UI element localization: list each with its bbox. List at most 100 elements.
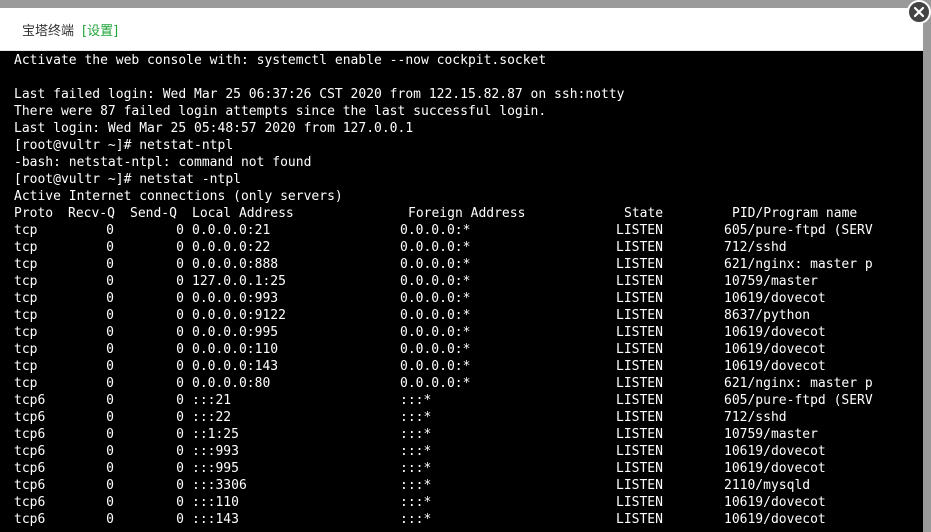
window-title: 宝塔终端	[22, 23, 75, 39]
cell-proto: tcp6	[14, 495, 46, 510]
cell-local-address: 0.0.0.0:995	[192, 325, 279, 340]
cell-pid-program: 2110/mysqld	[724, 478, 811, 493]
cell-proto: tcp6	[14, 444, 46, 459]
cell-foreign-address: 0.0.0.0:*	[400, 359, 471, 374]
cell-local-address: :::143	[192, 512, 239, 527]
cell-sendq: 0	[176, 291, 184, 306]
cell-state: LISTEN	[616, 325, 663, 340]
cell-proto: tcp	[14, 359, 38, 374]
cell-state: LISTEN	[616, 444, 663, 459]
cell-local-address: 0.0.0.0:143	[192, 359, 279, 374]
cell-recvq: 0	[106, 257, 114, 272]
terminal-output[interactable]: Activate the web console with: systemctl…	[0, 51, 923, 532]
cell-pid-program: 10619/dovecot	[724, 444, 826, 459]
cell-sendq: 0	[176, 342, 184, 357]
cell-state: LISTEN	[616, 393, 663, 408]
cell-pid-program: 621/nginx: master p	[724, 376, 873, 391]
cell-proto: tcp	[14, 308, 38, 323]
cell-local-address: :::3306	[192, 478, 247, 493]
cell-foreign-address: :::*	[400, 512, 432, 527]
cell-local-address: 0.0.0.0:22	[192, 240, 271, 255]
cell-recvq: 0	[106, 410, 114, 425]
cell-recvq: 0	[106, 359, 114, 374]
settings-link[interactable]: [设置]	[82, 20, 118, 39]
cell-pid-program: 10619/dovecot	[724, 359, 826, 374]
cell-state: LISTEN	[616, 223, 663, 238]
table-row: tcp6 0 0:::995:::* LISTEN 10619/dovecot	[14, 460, 923, 477]
cell-pid-program: 10619/dovecot	[724, 512, 826, 527]
table-row: tcp 0 0 127.0.0.1:25 0.0.0.0:* LISTEN 10759/ma…	[14, 273, 923, 290]
cell-pid-program: 712/sshd	[724, 410, 787, 425]
cell-foreign-address: :::*	[400, 495, 432, 510]
table-row: tcp 0 0 0.0.0.0:993 0.0.0.0:* LISTEN 10619/dov…	[14, 290, 923, 307]
cell-foreign-address: 0.0.0.0:*	[400, 274, 471, 289]
table-row: tcp6 0 0:::22:::* LISTEN 712/sshd	[14, 409, 923, 426]
cell-sendq: 0	[176, 359, 184, 374]
cell-foreign-address: :::*	[400, 444, 432, 459]
cell-local-address: :::110	[192, 495, 239, 510]
header-sendq: Send-Q	[130, 206, 177, 221]
cell-pid-program: 605/pure-ftpd (SERV	[724, 393, 873, 408]
cell-sendq: 0	[176, 427, 184, 442]
cell-local-address: 0.0.0.0:110	[192, 342, 279, 357]
cell-pid-program: 8637/python	[724, 308, 811, 323]
cell-state: LISTEN	[616, 240, 663, 255]
cell-recvq: 0	[106, 393, 114, 408]
cell-pid-program: 10619/dovecot	[724, 461, 826, 476]
cell-sendq: 0	[176, 274, 184, 289]
terminal-line: Active Internet connections (only server…	[14, 189, 343, 204]
cell-recvq: 0	[106, 240, 114, 255]
cell-state: LISTEN	[616, 512, 663, 527]
cell-pid-program: 10619/dovecot	[724, 291, 826, 306]
cell-local-address: 127.0.0.1:25	[192, 274, 286, 289]
cell-pid-program: 621/nginx: master p	[724, 257, 873, 272]
cell-proto: tcp	[14, 291, 38, 306]
cell-sendq: 0	[176, 376, 184, 391]
header-proto: Proto	[14, 206, 54, 221]
cell-foreign-address: :::*	[400, 478, 432, 493]
table-row: tcp 0 0 0.0.0.0:110 0.0.0.0:* LISTEN 10619/dov…	[14, 341, 923, 358]
cell-state: LISTEN	[616, 308, 663, 323]
table-row: tcp 0 0 0.0.0.0:995 0.0.0.0:* LISTEN 10619/dov…	[14, 324, 923, 341]
terminal-line: There were 87 failed login attempts sinc…	[14, 104, 547, 119]
terminal-line: Last login: Wed Mar 25 05:48:57 2020 fro…	[14, 121, 414, 136]
header-recvq: Recv-Q	[68, 206, 115, 221]
table-row: tcp 0 0 0.0.0.0:80 0.0.0.0:* LISTEN 621/nginx:…	[14, 375, 923, 392]
cell-local-address: 0.0.0.0:993	[192, 291, 279, 306]
cell-recvq: 0	[106, 308, 114, 323]
table-row: tcp 0 0 0.0.0.0:888 0.0.0.0:* LISTEN 621/nginx…	[14, 256, 923, 273]
table-row: tcp 0 0 0.0.0.0:22 0.0.0.0:* LISTEN 712/sshd	[14, 239, 923, 256]
cell-proto: tcp6	[14, 393, 46, 408]
cell-local-address: :::995	[192, 461, 239, 476]
cell-sendq: 0	[176, 512, 184, 527]
cell-local-address: 0.0.0.0:80	[192, 376, 271, 391]
cell-foreign-address: 0.0.0.0:*	[400, 240, 471, 255]
table-row: tcp6 0 0:::993:::* LISTEN 10619/dovecot	[14, 443, 923, 460]
cell-foreign-address: 0.0.0.0:*	[400, 342, 471, 357]
cell-sendq: 0	[176, 461, 184, 476]
terminal-window: 宝塔终端 [设置] Activate the web console with:…	[0, 8, 923, 532]
cell-recvq: 0	[106, 495, 114, 510]
cell-state: LISTEN	[616, 478, 663, 493]
cell-pid-program: 10759/master	[724, 274, 818, 289]
cell-state: LISTEN	[616, 274, 663, 289]
cell-proto: tcp6	[14, 461, 46, 476]
cell-state: LISTEN	[616, 427, 663, 442]
cell-foreign-address: 0.0.0.0:*	[400, 325, 471, 340]
cell-state: LISTEN	[616, 495, 663, 510]
cell-local-address: 0.0.0.0:888	[192, 257, 279, 272]
cell-sendq: 0	[176, 223, 184, 238]
close-button[interactable]	[907, 0, 931, 24]
cell-sendq: 0	[176, 257, 184, 272]
table-row: tcp6 0 0:::143:::* LISTEN 10619/dovecot	[14, 511, 923, 528]
terminal-line: [root@vultr ~]# netstat -ntpl	[14, 172, 241, 187]
netstat-rows: tcp 0 0 0.0.0.0:21 0.0.0.0:* LISTEN 605/pure-f…	[14, 222, 923, 528]
cell-proto: tcp	[14, 240, 38, 255]
cell-proto: tcp	[14, 257, 38, 272]
cell-sendq: 0	[176, 325, 184, 340]
cell-recvq: 0	[106, 223, 114, 238]
cell-recvq: 0	[106, 427, 114, 442]
table-row: tcp6 0 0:::21:::* LISTEN 605/pure-ftpd (SERV	[14, 392, 923, 409]
table-row: tcp 0 0 0.0.0.0:9122 0.0.0.0:* LISTEN 8637/pyt…	[14, 307, 923, 324]
cell-foreign-address: :::*	[400, 410, 432, 425]
